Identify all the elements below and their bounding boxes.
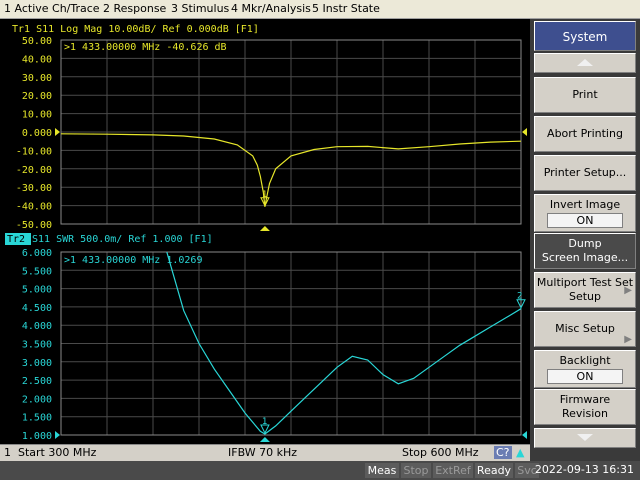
scroll-down-icon (577, 434, 593, 441)
trace2-y-tick-label: 4.000 (22, 321, 52, 332)
indicator-stop: Stop (401, 463, 431, 478)
trace1-y-tick-label: 0.000 (22, 128, 52, 139)
trace1-ref-level-icon (55, 128, 60, 136)
trace2-y-tick-label: 1.500 (22, 413, 52, 424)
menu-instr-state[interactable]: 5 Instr State (312, 2, 380, 15)
trace2-y-tick-label: 2.500 (22, 376, 52, 387)
multiport-label: Multiport Test Set (536, 276, 634, 289)
trace2-id: Tr2 (7, 234, 25, 245)
trace2-y-tick-label: 4.500 (22, 303, 52, 314)
indicator-extref: ExtRef (433, 463, 473, 478)
abort-printing-button[interactable]: Abort Printing (534, 116, 636, 152)
trace2-plot: 6.000 5.500 5.000 4.500 4.000 3.500 3.000 2.500… (22, 248, 527, 442)
misc-setup-label: Misc Setup (555, 322, 615, 335)
invert-image-button[interactable]: Invert Image ON (534, 194, 636, 232)
trace2-ref-level-right-icon (522, 431, 527, 439)
trace2-marker-readout: >1 433.00000 MHz 1.0269 (64, 255, 202, 266)
trace1-marker-readout: >1 433.00000 MHz -40.626 dB (64, 42, 227, 53)
trace2-stimulus-marker-icon (259, 437, 270, 442)
menu-mkr-analysis[interactable]: 4 Mkr/Analysis (231, 2, 311, 15)
misc-setup-button[interactable]: Misc Setup ▶ (534, 311, 636, 347)
menu-bar: 1 Active Ch/Trace 2 Response 3 Stimulus … (0, 0, 640, 19)
stop-frequency[interactable]: Stop 600 MHz (402, 446, 479, 459)
print-button[interactable]: Print (534, 77, 636, 113)
abort-printing-label: Abort Printing (547, 127, 623, 140)
indicator-meas: Meas (365, 463, 399, 478)
trace2-marker-1-label: 1 (262, 417, 267, 427)
instrument-status-bar: Meas Stop ExtRef Ready Svc 2022-09-13 16… (0, 461, 640, 480)
channel-number: 1 (4, 446, 11, 459)
date-time: 2022-09-13 16:31 (534, 463, 634, 476)
c2-indicator: C? (494, 446, 512, 459)
trace1-header: Tr1 S11 Log Mag 10.00dB/ Ref 0.000dB [F1… (12, 24, 259, 35)
trace2-y-tick-label: 3.000 (22, 358, 52, 369)
scroll-up-icon (577, 59, 593, 66)
firmware-revision-button[interactable]: Firmware Revision (534, 389, 636, 425)
trace1-y-tick-label: -50.00 (16, 220, 52, 231)
trace1-y-tick-label: 50.00 (22, 36, 52, 47)
trace1-plot: 50.00 40.00 30.00 20.00 10.00 0.000 -10.00 -20.… (16, 36, 527, 231)
softkey-panel: System Print Abort Printing Printer Setu… (530, 19, 640, 461)
printer-setup-button[interactable]: Printer Setup... (534, 155, 636, 191)
softkey-title-label: System (562, 30, 608, 44)
trace1-y-tick-label: 20.00 (22, 91, 52, 102)
trace2-y-tick-label: 2.000 (22, 394, 52, 405)
trace1-y-tick-label: 30.00 (22, 73, 52, 84)
trace1-y-tick-label: -20.00 (16, 165, 52, 176)
menu-response[interactable]: 2 Response (103, 2, 166, 15)
trace1-y-tick-label: -10.00 (16, 146, 52, 157)
backlight-button[interactable]: Backlight ON (534, 350, 636, 388)
trace1-y-tick-label: 40.00 (22, 54, 52, 65)
invert-image-label: Invert Image (549, 198, 621, 211)
trace2-y-tick-label: 6.000 (22, 248, 52, 259)
indicator-ready: Ready (475, 463, 513, 478)
trace1-ref-level-right-icon (522, 128, 527, 136)
menu-active-ch-trace[interactable]: 1 Active Ch/Trace (4, 2, 100, 15)
dump-label: Dump (568, 237, 602, 250)
trace1-y-tick-label: -30.00 (16, 183, 52, 194)
menu-stimulus[interactable]: 3 Stimulus (171, 2, 229, 15)
trace2-header: S11 SWR 500.0m/ Ref 1.000 [F1] (32, 234, 213, 245)
scroll-up-button[interactable] (534, 53, 636, 73)
multiport-test-set-setup-button[interactable]: Multiport Test Set Setup ▶ (534, 272, 636, 308)
up-arrow-icon: ▲ (516, 446, 525, 459)
trace1-y-tick-label: 10.00 (22, 110, 52, 121)
trace2-y-tick-label: 5.000 (22, 285, 52, 296)
backlight-value: ON (547, 369, 623, 384)
channel-status-bar: 1 Start 300 MHz IFBW 70 kHz Stop 600 MHz… (0, 444, 530, 461)
dump-screen-image-button[interactable]: Dump Screen Image... (534, 233, 636, 269)
measurement-display: 50.00 40.00 30.00 20.00 10.00 0.000 -10.00 -20.… (0, 19, 530, 444)
trace1-stimulus-marker-icon (259, 226, 270, 231)
invert-image-value: ON (547, 213, 623, 228)
multiport-setup-label: Setup (568, 290, 602, 303)
trace-screen: 50.00 40.00 30.00 20.00 10.00 0.000 -10.00 -20.… (5, 24, 527, 442)
backlight-label: Backlight (559, 354, 611, 367)
start-frequency[interactable]: Start 300 MHz (18, 446, 96, 459)
trace2-y-tick-label: 3.500 (22, 340, 52, 351)
trace2-marker-2-label: 2 (517, 292, 522, 302)
ifbw-value[interactable]: IFBW 70 kHz (228, 446, 297, 459)
trace2-y-tick-label: 1.000 (22, 431, 52, 442)
trace1-y-tick-label: -40.00 (16, 202, 52, 213)
screen-image-label: Screen Image... (541, 251, 629, 264)
print-label: Print (572, 88, 598, 101)
firmware-label: Firmware (559, 393, 611, 406)
trace1-marker-1-label: 1 (262, 190, 267, 200)
trace2-y-tick-label: 5.500 (22, 266, 52, 277)
printer-setup-label: Printer Setup... (543, 166, 627, 179)
trace2-ref-level-icon (55, 431, 60, 439)
revision-label: Revision (562, 407, 608, 420)
softkey-title-system[interactable]: System (534, 21, 636, 51)
scroll-down-button[interactable] (534, 428, 636, 448)
chevron-right-icon: ▶ (624, 285, 632, 296)
